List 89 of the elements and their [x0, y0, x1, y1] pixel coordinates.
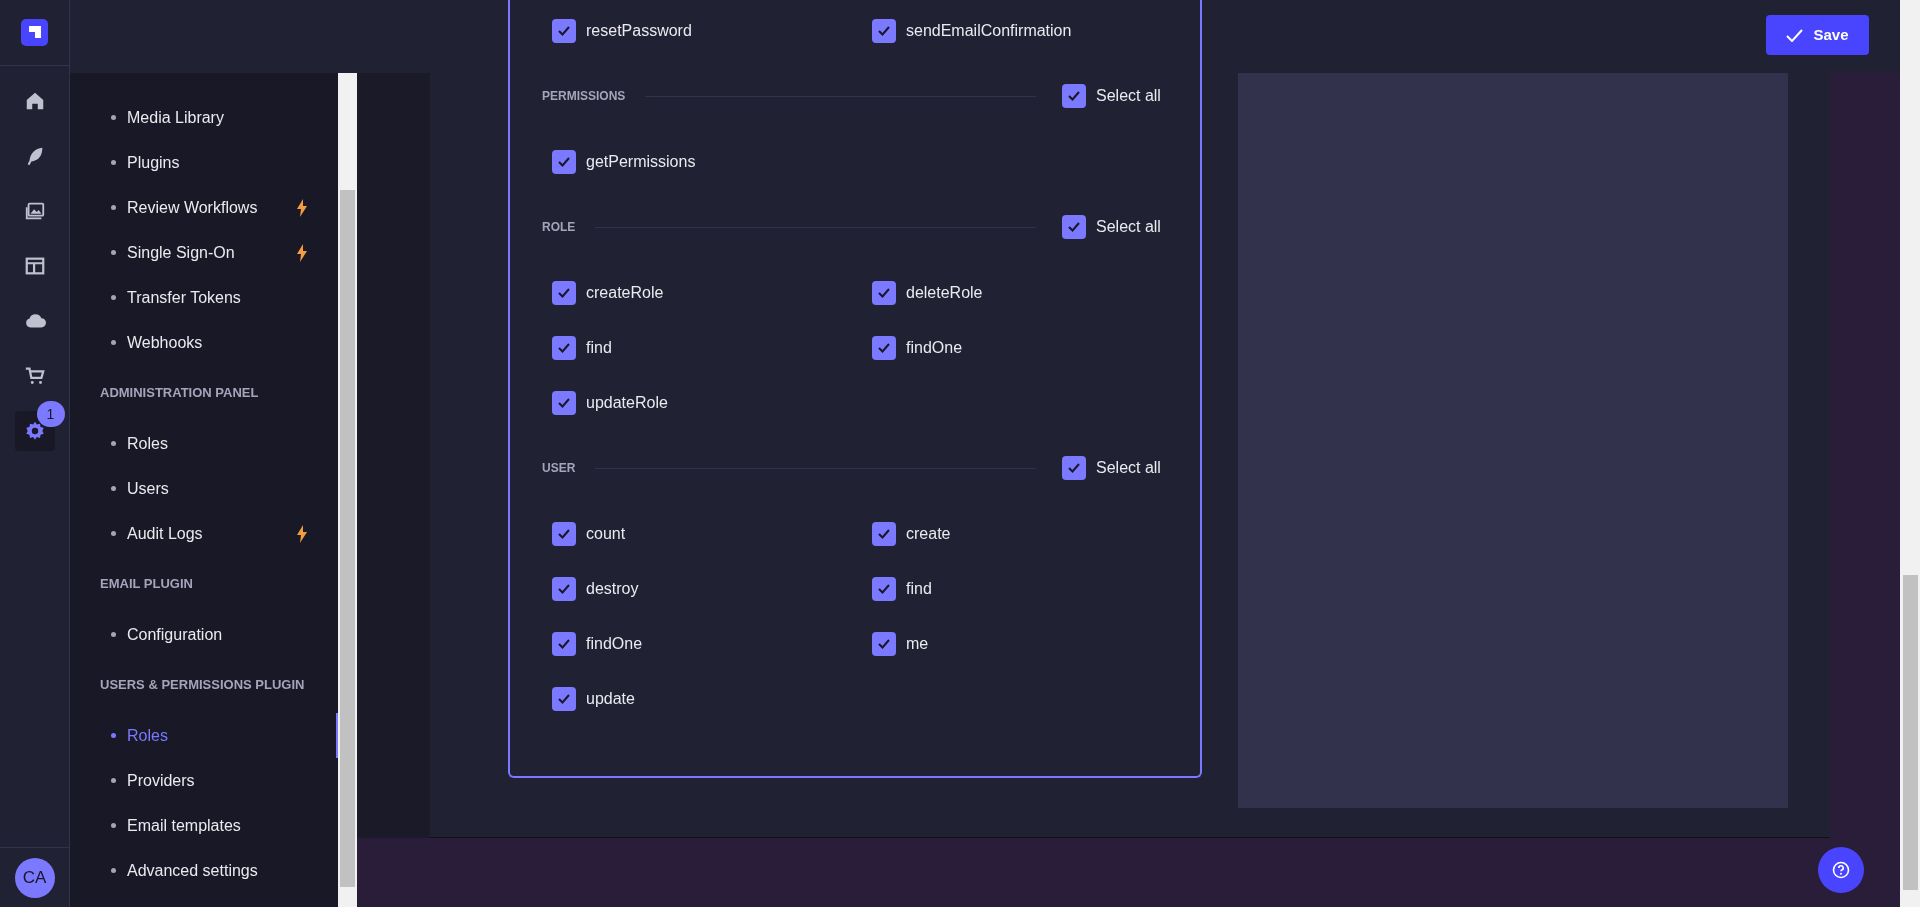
check-icon — [558, 528, 570, 539]
checkbox-label: Select all — [1096, 217, 1161, 237]
check-icon — [558, 693, 570, 704]
check-icon — [558, 156, 570, 167]
group-heading: PERMISSIONS — [542, 88, 626, 105]
group-heading: USER — [542, 460, 576, 477]
checkbox-label: findOne — [586, 633, 643, 654]
check-icon — [558, 25, 570, 36]
checkbox[interactable] — [1062, 84, 1086, 108]
checkbox[interactable] — [872, 18, 896, 43]
sidebar-link[interactable]: Roles — [70, 421, 338, 466]
check-icon — [558, 583, 570, 594]
checkbox-label: getPermissions — [586, 151, 696, 172]
sidebar-link[interactable]: Configuration — [70, 612, 338, 657]
lightning-icon — [296, 243, 308, 262]
checkbox-label: find — [586, 337, 612, 358]
section-heading: ADMINISTRATION PANEL — [100, 384, 259, 403]
checkbox[interactable] — [552, 390, 576, 415]
sidebar-link[interactable]: Users — [70, 466, 338, 511]
check-icon — [1068, 91, 1080, 101]
checkbox[interactable] — [872, 280, 896, 305]
checkbox[interactable] — [552, 521, 576, 546]
help-button[interactable] — [1818, 847, 1864, 893]
checkbox[interactable] — [552, 631, 576, 656]
page-scrollbar[interactable] — [1900, 0, 1920, 907]
sidebar-link[interactable]: Email templates — [70, 803, 338, 848]
checkbox-label: deleteRole — [906, 282, 983, 303]
sidebar-link[interactable]: Transfer Tokens — [70, 275, 338, 320]
checkbox[interactable] — [1062, 215, 1086, 239]
sidebar-link[interactable]: Single Sign-On — [70, 230, 338, 275]
checkbox-label: Select all — [1096, 86, 1161, 106]
checkbox-label: Select all — [1096, 458, 1161, 478]
checkbox-label: updateRole — [586, 392, 668, 413]
sidebar-link[interactable]: Advanced settings — [70, 848, 338, 893]
help-icon — [1832, 861, 1850, 879]
cart-icon — [23, 365, 46, 387]
check-icon — [878, 638, 890, 649]
checkbox-label: destroy — [586, 578, 639, 599]
lightning-icon — [296, 524, 308, 543]
checkbox[interactable] — [872, 521, 896, 546]
sidebar-link[interactable]: Plugins — [70, 140, 338, 185]
check-icon — [558, 342, 570, 353]
lightning-icon — [296, 198, 308, 217]
check-icon — [1786, 28, 1804, 42]
settings-icon — [23, 420, 46, 442]
section-heading: EMAIL PLUGIN — [100, 575, 193, 594]
sidebar-link[interactable]: Webhooks — [70, 320, 338, 365]
checkbox-label: sendEmailConfirmation — [906, 20, 1072, 41]
group-heading: ROLE — [542, 219, 576, 236]
check-icon — [878, 25, 890, 36]
section-heading: USERS & PERMISSIONS PLUGIN — [100, 676, 305, 695]
check-icon — [558, 638, 570, 649]
layout-icon — [23, 255, 46, 277]
check-icon — [1068, 222, 1080, 232]
sidebar-link[interactable]: Review Workflows — [70, 185, 338, 230]
images-icon — [23, 200, 46, 222]
checkbox[interactable] — [552, 576, 576, 601]
checkbox-label: count — [586, 523, 626, 544]
user-avatar[interactable]: CA — [14, 857, 55, 898]
sidebar-scrollbar[interactable] — [338, 73, 357, 907]
checkbox-label: createRole — [586, 282, 664, 303]
check-icon — [1068, 463, 1080, 473]
check-icon — [878, 528, 890, 539]
checkbox-label: update — [586, 688, 635, 709]
checkbox[interactable] — [552, 335, 576, 360]
check-icon — [878, 342, 890, 353]
checkbox-label: resetPassword — [586, 20, 692, 41]
check-icon — [558, 397, 570, 408]
check-icon — [878, 583, 890, 594]
checkbox[interactable] — [872, 576, 896, 601]
check-icon — [878, 287, 890, 298]
checkbox[interactable] — [552, 18, 576, 43]
checkbox[interactable] — [872, 335, 896, 360]
checkbox[interactable] — [872, 631, 896, 656]
checkbox[interactable] — [1062, 456, 1086, 480]
check-icon — [558, 287, 570, 298]
sidebar-link[interactable]: Media Library — [70, 95, 338, 140]
checkbox-label: findOne — [906, 337, 963, 358]
notification-badge: 1 — [36, 401, 65, 427]
checkbox[interactable] — [552, 686, 576, 711]
checkbox[interactable] — [552, 149, 576, 174]
logo-icon[interactable] — [21, 19, 48, 46]
checkbox-label: me — [906, 633, 929, 654]
sidebar-link[interactable]: Providers — [70, 758, 338, 803]
save-button[interactable]: Save — [1766, 15, 1869, 55]
checkbox-label: find — [906, 578, 932, 599]
checkbox-label: create — [906, 523, 951, 544]
sidebar-link[interactable]: Audit Logs — [70, 511, 338, 556]
checkbox[interactable] — [552, 280, 576, 305]
